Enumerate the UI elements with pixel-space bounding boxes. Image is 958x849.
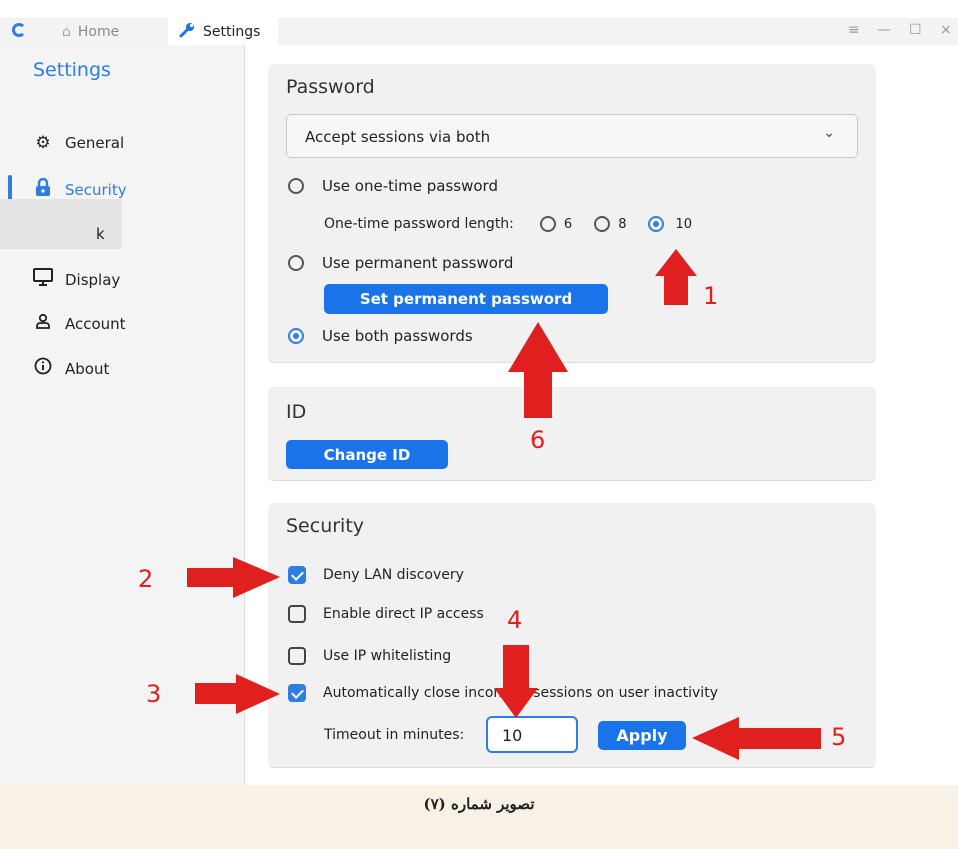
- arrow-2: [187, 557, 280, 598]
- annotation-6: 6: [530, 426, 546, 454]
- figure-caption: تصویر شماره (۷): [423, 795, 535, 813]
- arrow-6: [508, 322, 568, 418]
- annotation-5: 5: [831, 723, 847, 751]
- arrow-1: [655, 249, 697, 305]
- annotation-4: 4: [507, 606, 523, 634]
- annotation-3: 3: [146, 680, 162, 708]
- arrow-5: [692, 717, 821, 760]
- arrow-3: [195, 674, 280, 714]
- annotation-1: 1: [703, 282, 719, 310]
- annotation-2: 2: [138, 565, 154, 593]
- annotation-arrows: [187, 249, 821, 760]
- arrow-4: [494, 645, 538, 718]
